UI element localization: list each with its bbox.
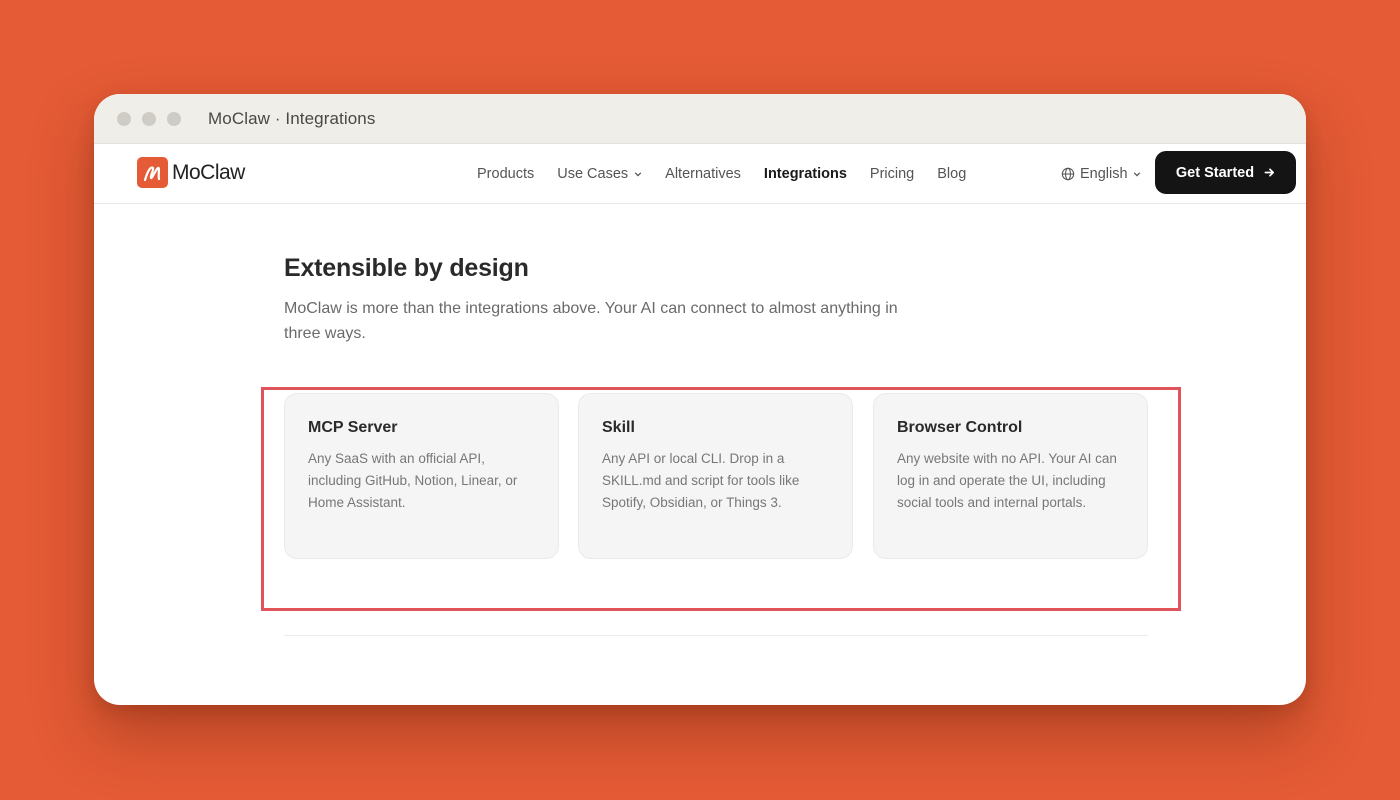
section-title: Extensible by design [284,254,529,282]
browser-window: MoClaw · Integrations MoClaw Products Us… [94,94,1306,705]
nav-products[interactable]: Products [477,166,534,182]
section-divider [284,635,1148,636]
globe-icon [1061,167,1075,181]
nav-integrations[interactable]: Integrations [764,166,847,182]
highlight-box [261,387,1181,611]
main-content: Extensible by design MoClaw is more than… [94,204,1306,704]
primary-nav: Products Use Cases Alternatives Integrat… [477,144,989,204]
brand-name: MoClaw [172,160,245,184]
window-title: MoClaw · Integrations [208,108,376,128]
brand-logo-icon [137,157,168,188]
arrow-right-icon [1264,168,1275,177]
language-label: English [1080,166,1128,182]
nav-blog[interactable]: Blog [937,166,966,182]
nav-use-cases-label: Use Cases [557,166,629,182]
section-description: MoClaw is more than the integrations abo… [284,300,898,342]
nav-pricing[interactable]: Pricing [870,166,914,182]
site-header: MoClaw Products Use Cases Alternatives I… [94,144,1306,204]
get-started-label: Get Started [1175,164,1255,181]
chevron-down-icon [1133,172,1140,177]
title-bar: MoClaw · Integrations [94,94,1306,144]
logo-link[interactable]: MoClaw [137,157,245,188]
get-started-button[interactable]: Get Started [1155,151,1296,194]
window-controls [117,111,181,126]
close-window-button[interactable] [117,111,131,126]
language-selector[interactable]: English [1061,144,1141,204]
chevron-down-icon [634,172,642,177]
nav-use-cases[interactable]: Use Cases [557,166,642,182]
nav-alternatives[interactable]: Alternatives [665,166,741,182]
maximize-window-button[interactable] [167,111,181,126]
minimize-window-button[interactable] [142,111,156,126]
